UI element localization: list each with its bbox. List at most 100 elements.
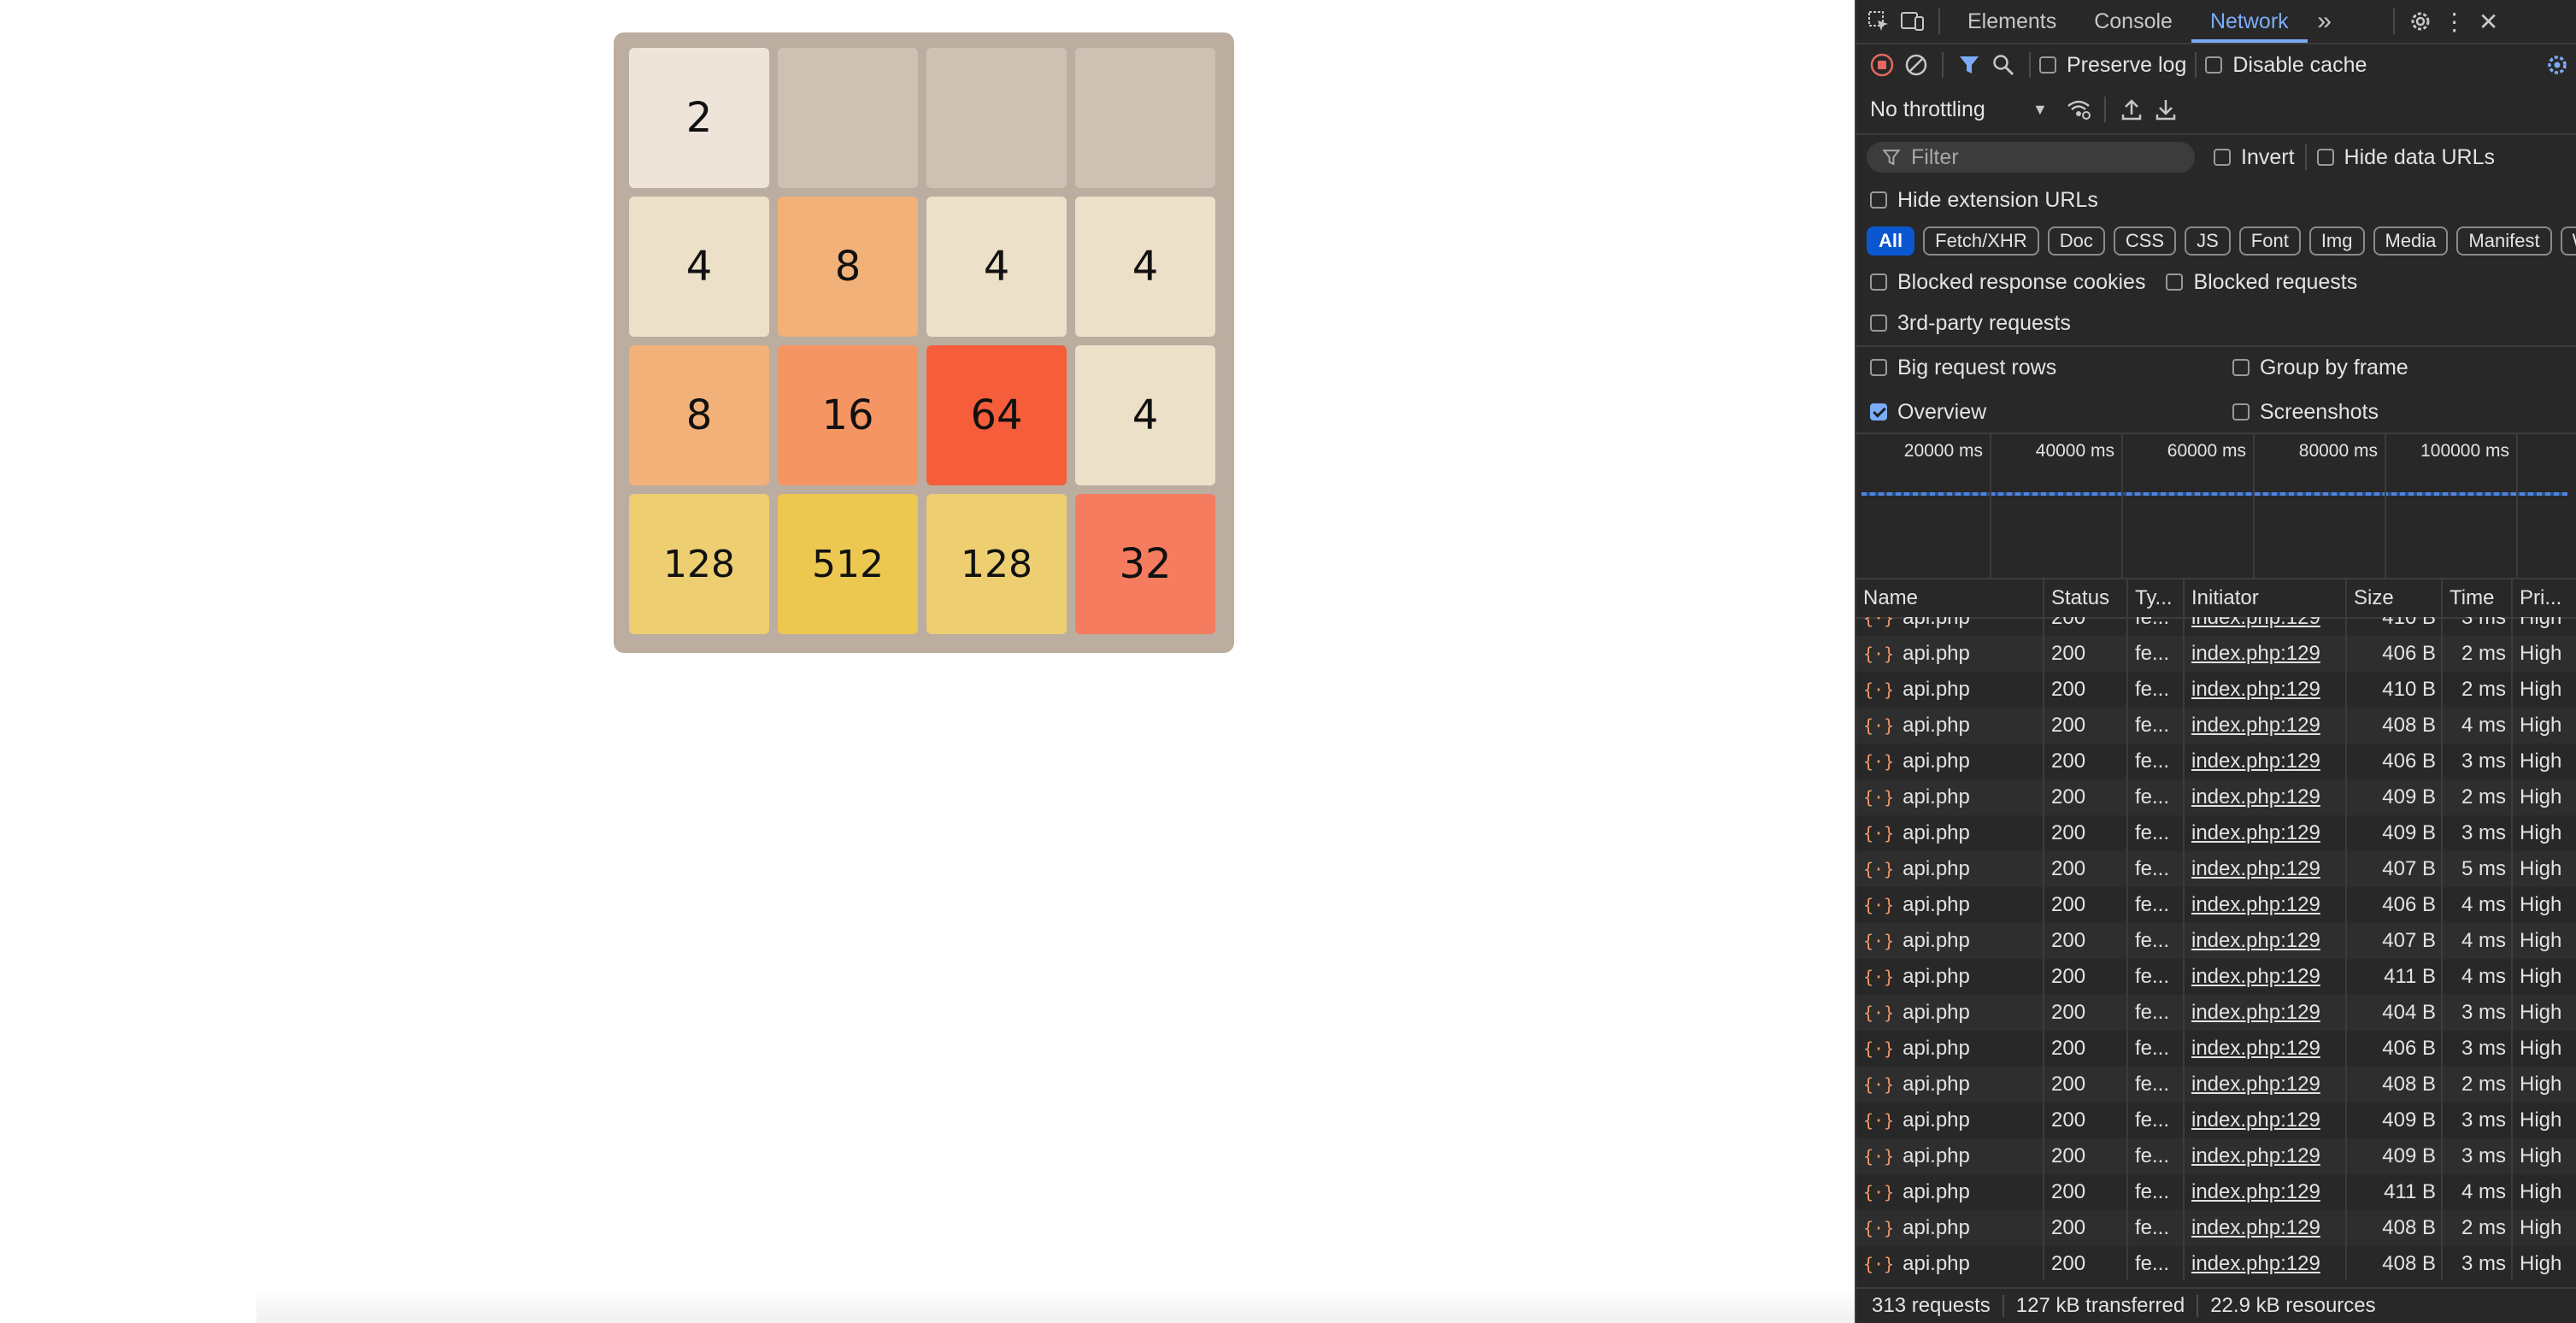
initiator-link[interactable]: index.php:129: [2191, 821, 2320, 845]
request-initiator-cell[interactable]: index.php:129: [2185, 851, 2347, 887]
request-initiator-cell[interactable]: index.php:129: [2185, 1174, 2347, 1210]
request-initiator-cell[interactable]: index.php:129: [2185, 995, 2347, 1031]
type-filter-doc[interactable]: Doc: [2047, 226, 2105, 256]
request-initiator-cell[interactable]: index.php:129: [2185, 1031, 2347, 1067]
network-settings-gear-icon[interactable]: [2540, 48, 2574, 82]
screenshots-checkbox[interactable]: Screenshots: [2232, 400, 2379, 425]
preserve-log-checkbox[interactable]: Preserve log: [2039, 53, 2186, 78]
request-row[interactable]: {·} api.php 200 fe... index.php:129 407 B5 ms…: [1856, 851, 2576, 887]
type-filter-manifest[interactable]: Manifest: [2456, 226, 2552, 256]
tab-console[interactable]: Console: [2075, 0, 2191, 43]
type-filter-fetch-xhr[interactable]: Fetch/XHR: [1923, 226, 2039, 256]
request-initiator-cell[interactable]: index.php:129: [2185, 959, 2347, 995]
stop-recording-icon[interactable]: [1865, 48, 1899, 82]
initiator-link[interactable]: index.php:129: [2191, 1144, 2320, 1168]
initiator-link[interactable]: index.php:129: [2191, 1216, 2320, 1240]
initiator-link[interactable]: index.php:129: [2191, 1180, 2320, 1204]
checkbox-box-checked[interactable]: [1870, 403, 1887, 420]
initiator-link[interactable]: index.php:129: [2191, 857, 2320, 881]
initiator-link[interactable]: index.php:129: [2191, 714, 2320, 738]
request-initiator-cell[interactable]: index.php:129: [2185, 617, 2347, 636]
type-filter-all[interactable]: All: [1867, 226, 1915, 256]
group-by-frame-checkbox[interactable]: Group by frame: [2232, 356, 2408, 380]
checkbox-box[interactable]: [2039, 56, 2056, 74]
more-tabs-icon[interactable]: »: [2308, 4, 2342, 38]
initiator-link[interactable]: index.php:129: [2191, 1037, 2320, 1061]
filter-input[interactable]: Filter: [1867, 142, 2195, 173]
checkbox-box[interactable]: [1870, 273, 1887, 291]
chevron-down-icon[interactable]: ▼: [2032, 101, 2048, 119]
column-type-header[interactable]: Ty...: [2128, 579, 2185, 617]
request-initiator-cell[interactable]: index.php:129: [2185, 1210, 2347, 1246]
type-filter-img[interactable]: Img: [2308, 226, 2365, 256]
checkbox-box[interactable]: [2232, 403, 2250, 420]
column-priority-header[interactable]: Pri...: [2513, 579, 2576, 617]
request-row[interactable]: {·} api.php 200 fe... index.php:129 408 B3 ms…: [1856, 1246, 2576, 1280]
initiator-link[interactable]: index.php:129: [2191, 1001, 2320, 1025]
request-initiator-cell[interactable]: index.php:129: [2185, 636, 2347, 672]
initiator-link[interactable]: index.php:129: [2191, 965, 2320, 989]
type-filter-media[interactable]: Media: [2373, 226, 2449, 256]
checkbox-box[interactable]: [1870, 315, 1887, 332]
clear-log-icon[interactable]: [1899, 48, 1933, 82]
column-name-header[interactable]: Name: [1856, 579, 2044, 617]
requests-table-body[interactable]: {·} api.php 200 fe... index.php:129 410 B3 ms…: [1856, 617, 2576, 1280]
request-row[interactable]: {·} api.php 200 fe... index.php:129 404 B3 ms…: [1856, 995, 2576, 1031]
request-initiator-cell[interactable]: index.php:129: [2185, 1067, 2347, 1102]
checkbox-box[interactable]: [2205, 56, 2223, 74]
hide-extension-urls-checkbox[interactable]: Hide extension URLs: [1870, 188, 2098, 213]
throttling-select[interactable]: No throttling: [1870, 97, 2024, 122]
checkbox-box[interactable]: [1870, 359, 1887, 376]
type-filter-js[interactable]: JS: [2185, 226, 2231, 256]
disable-cache-checkbox[interactable]: Disable cache: [2205, 53, 2367, 78]
request-row[interactable]: {·} api.php 200 fe... index.php:129 406 B2 ms…: [1856, 636, 2576, 672]
game-board[interactable]: 2 4 8 4 4 8 16 64 4 128 512 128 32: [614, 32, 1234, 653]
third-party-requests-checkbox[interactable]: 3rd-party requests: [1870, 311, 2071, 336]
import-har-icon[interactable]: [2114, 92, 2149, 126]
checkbox-box[interactable]: [2232, 359, 2250, 376]
request-row[interactable]: {·} api.php 200 fe... index.php:129 409 B3 ms…: [1856, 1138, 2576, 1174]
request-row[interactable]: {·} api.php 200 fe... index.php:129 408 B4 ms…: [1856, 708, 2576, 744]
request-initiator-cell[interactable]: index.php:129: [2185, 1246, 2347, 1280]
network-conditions-icon[interactable]: [2061, 92, 2096, 126]
checkbox-box[interactable]: [2166, 273, 2184, 291]
initiator-link[interactable]: index.php:129: [2191, 750, 2320, 773]
inspect-element-icon[interactable]: [1861, 4, 1896, 38]
request-row[interactable]: {·} api.php 200 fe... index.php:129 411 B4 ms…: [1856, 959, 2576, 995]
blocked-response-cookies-checkbox[interactable]: Blocked response cookies: [1870, 270, 2145, 295]
request-initiator-cell[interactable]: index.php:129: [2185, 708, 2347, 744]
request-initiator-cell[interactable]: index.php:129: [2185, 1102, 2347, 1138]
export-har-icon[interactable]: [2149, 92, 2183, 126]
search-icon[interactable]: [1986, 48, 2020, 82]
settings-gear-icon[interactable]: [2403, 4, 2438, 38]
hide-data-urls-checkbox[interactable]: Hide data URLs: [2316, 145, 2495, 170]
request-row[interactable]: {·} api.php 200 fe... index.php:129 406 B3 ms…: [1856, 1031, 2576, 1067]
request-initiator-cell[interactable]: index.php:129: [2185, 744, 2347, 779]
big-request-rows-checkbox[interactable]: Big request rows: [1870, 356, 2232, 380]
request-row[interactable]: {·} api.php 200 fe... index.php:129 409 B3 ms…: [1856, 815, 2576, 851]
initiator-link[interactable]: index.php:129: [2191, 929, 2320, 953]
checkbox-box[interactable]: [2214, 149, 2231, 166]
request-initiator-cell[interactable]: index.php:129: [2185, 815, 2347, 851]
request-row[interactable]: {·} api.php 200 fe... index.php:129 408 B2 ms…: [1856, 1210, 2576, 1246]
type-filter-css[interactable]: CSS: [2113, 226, 2177, 256]
request-row[interactable]: {·} api.php 200 fe... index.php:129 409 B2 ms…: [1856, 779, 2576, 815]
initiator-link[interactable]: index.php:129: [2191, 1108, 2320, 1132]
invert-checkbox[interactable]: Invert: [2214, 145, 2295, 170]
overview-checkbox[interactable]: Overview: [1870, 400, 2232, 425]
initiator-link[interactable]: index.php:129: [2191, 642, 2320, 666]
request-row[interactable]: {·} api.php 200 fe... index.php:129 411 B4 ms…: [1856, 1174, 2576, 1210]
tab-network[interactable]: Network: [2191, 0, 2308, 43]
request-row[interactable]: {·} api.php 200 fe... index.php:129 408 B2 ms…: [1856, 1067, 2576, 1102]
column-initiator-header[interactable]: Initiator: [2185, 579, 2347, 617]
device-toolbar-icon[interactable]: [1896, 4, 1930, 38]
initiator-link[interactable]: index.php:129: [2191, 893, 2320, 917]
tab-elements[interactable]: Elements: [1949, 0, 2075, 43]
blocked-requests-checkbox[interactable]: Blocked requests: [2166, 270, 2357, 295]
more-options-icon[interactable]: ⋮: [2438, 4, 2472, 38]
request-initiator-cell[interactable]: index.php:129: [2185, 672, 2347, 708]
column-status-header[interactable]: Status: [2044, 579, 2128, 617]
request-row[interactable]: {·} api.php 200 fe... index.php:129 406 B4 ms…: [1856, 887, 2576, 923]
request-initiator-cell[interactable]: index.php:129: [2185, 923, 2347, 959]
type-filter-ws[interactable]: WS: [2560, 226, 2576, 256]
